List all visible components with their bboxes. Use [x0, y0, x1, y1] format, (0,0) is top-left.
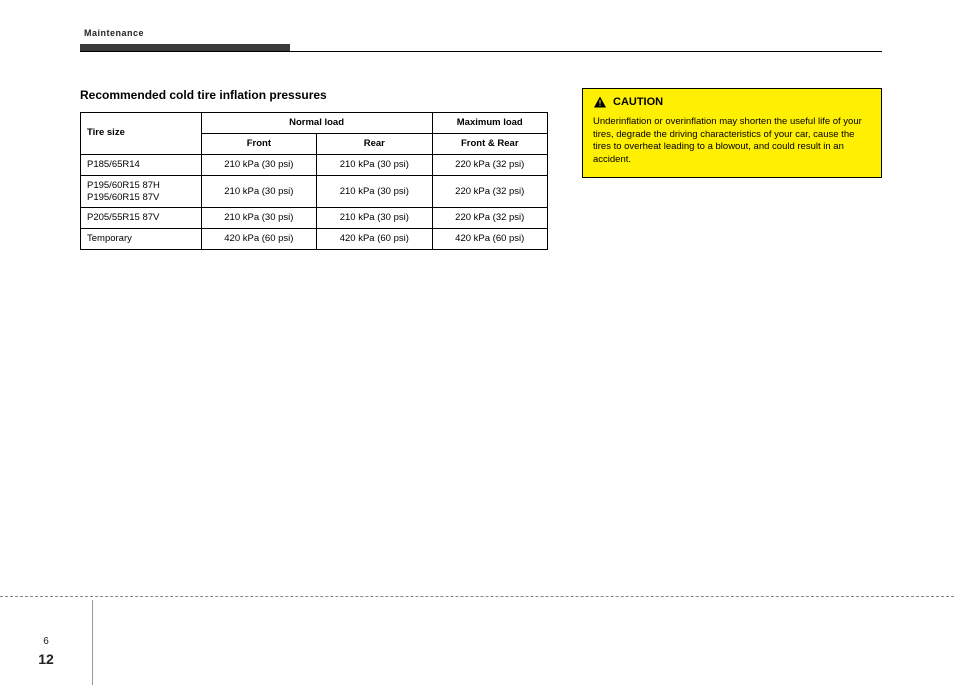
- cell-rear: 210 kPa (30 psi): [317, 175, 432, 208]
- cell-rear: 210 kPa (30 psi): [317, 208, 432, 229]
- caution-box: CAUTION Underinflation or overinflation …: [582, 88, 882, 178]
- caution-title: CAUTION: [613, 95, 663, 110]
- warning-icon: [593, 96, 607, 108]
- footer-page-number: 12: [0, 651, 92, 667]
- cell-max: 220 kPa (32 psi): [432, 175, 547, 208]
- cell-front: 420 kPa (60 psi): [201, 229, 316, 250]
- cell-size: P195/60R15 87H P195/60R15 87V: [81, 175, 202, 208]
- section-title: Recommended cold tire inflation pressure…: [80, 88, 548, 102]
- header-tab-label: Maintenance: [84, 28, 144, 38]
- th-tire-size: Tire size: [81, 113, 202, 155]
- cell-max: 420 kPa (60 psi): [432, 229, 547, 250]
- cell-max: 220 kPa (32 psi): [432, 208, 547, 229]
- cell-size: P205/55R15 87V: [81, 208, 202, 229]
- th-front: Front: [201, 133, 316, 154]
- cell-size: Temporary: [81, 229, 202, 250]
- th-normal-load: Normal load: [201, 113, 432, 134]
- th-rear: Rear: [317, 133, 432, 154]
- cell-size: P185/65R14: [81, 154, 202, 175]
- cell-rear: 210 kPa (30 psi): [317, 154, 432, 175]
- cell-front: 210 kPa (30 psi): [201, 175, 316, 208]
- page-footer: 6 12: [0, 636, 92, 667]
- spine-rule: [92, 600, 93, 685]
- th-front-rear: Front & Rear: [432, 133, 547, 154]
- th-max-load: Maximum load: [432, 113, 547, 134]
- cell-front: 210 kPa (30 psi): [201, 208, 316, 229]
- cell-rear: 420 kPa (60 psi): [317, 229, 432, 250]
- table-row: P195/60R15 87H P195/60R15 87V 210 kPa (3…: [81, 175, 548, 208]
- fold-line: [0, 596, 954, 597]
- header-thin-rule: [80, 51, 882, 52]
- table-row: P205/55R15 87V 210 kPa (30 psi) 210 kPa …: [81, 208, 548, 229]
- header-rule: Maintenance: [80, 44, 882, 58]
- cell-max: 220 kPa (32 psi): [432, 154, 547, 175]
- cell-front: 210 kPa (30 psi): [201, 154, 316, 175]
- footer-section-number: 6: [0, 636, 92, 647]
- inflation-table: Tire size Normal load Maximum load Front…: [80, 112, 548, 250]
- table-row: P185/65R14 210 kPa (30 psi) 210 kPa (30 …: [81, 154, 548, 175]
- table-row: Temporary 420 kPa (60 psi) 420 kPa (60 p…: [81, 229, 548, 250]
- caution-body: Underinflation or overinflation may shor…: [593, 116, 871, 167]
